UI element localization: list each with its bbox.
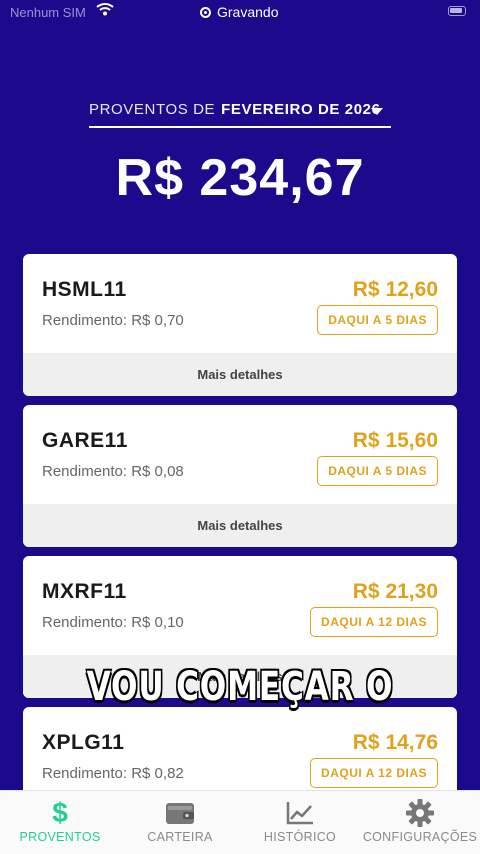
month-prefix: PROVENTOS DE xyxy=(89,101,216,118)
wallet-icon xyxy=(165,799,195,827)
card-yield: Rendimento: R$ 0,70 xyxy=(42,312,184,329)
card-amount: R$ 14,76 xyxy=(352,731,438,754)
dividend-card: HSML11 Rendimento: R$ 0,70 R$ 12,60 DAQU… xyxy=(23,254,457,396)
caret-down-icon xyxy=(371,108,383,115)
dividend-card: GARE11 Rendimento: R$ 0,08 R$ 15,60 DAQU… xyxy=(23,405,457,547)
tab-bar: $ PROVENTOS CARTEIRA HISTÓRICO CONFIGURA… xyxy=(0,790,480,854)
more-details-button[interactable]: Mais detalhes xyxy=(23,353,457,396)
tab-label: CONFIGURAÇÕES xyxy=(362,830,478,844)
tab-configuracoes[interactable]: CONFIGURAÇÕES xyxy=(360,791,480,854)
wifi-icon xyxy=(96,2,114,19)
tab-proventos[interactable]: $ PROVENTOS xyxy=(0,791,120,854)
record-icon xyxy=(200,6,211,18)
chart-line-icon xyxy=(285,799,315,827)
card-due-badge: DAQUI A 5 DIAS xyxy=(317,456,438,486)
card-ticker: MXRF11 xyxy=(42,580,127,603)
video-subtitle: VOU COMEÇAR O xyxy=(86,664,394,710)
card-ticker: GARE11 xyxy=(42,429,128,452)
card-due-badge: DAQUI A 5 DIAS xyxy=(317,305,438,335)
card-due-badge: DAQUI A 12 DIAS xyxy=(310,758,438,788)
recording-label: Gravando xyxy=(217,4,279,20)
card-amount: R$ 12,60 xyxy=(352,278,438,301)
tab-label: CARTEIRA xyxy=(147,830,213,844)
gear-icon xyxy=(405,799,435,827)
status-bar: Nenhum SIM Gravando xyxy=(0,0,480,26)
battery-icon xyxy=(448,6,466,16)
card-amount: R$ 21,30 xyxy=(352,580,438,603)
tab-label: HISTÓRICO xyxy=(263,830,337,844)
tab-carteira[interactable]: CARTEIRA xyxy=(120,791,240,854)
card-yield: Rendimento: R$ 0,08 xyxy=(42,463,184,480)
more-details-button[interactable]: Mais detalhes xyxy=(23,504,457,547)
total-amount: R$ 234,67 xyxy=(115,149,365,207)
card-amount: R$ 15,60 xyxy=(352,429,438,452)
card-ticker: XPLG11 xyxy=(42,731,125,754)
carrier-label: Nenhum SIM xyxy=(10,5,86,20)
card-due-badge: DAQUI A 12 DIAS xyxy=(310,607,438,637)
card-ticker: HSML11 xyxy=(42,278,127,301)
tab-label: PROVENTOS xyxy=(19,830,101,844)
card-yield: Rendimento: R$ 0,10 xyxy=(42,614,184,631)
dollar-icon: $ xyxy=(52,797,68,828)
tab-historico[interactable]: HISTÓRICO xyxy=(240,791,360,854)
month-value: FEVEREIRO DE 2026 xyxy=(221,101,381,118)
month-selector[interactable]: PROVENTOS DE FEVEREIRO DE 2026 xyxy=(89,96,391,128)
card-yield: Rendimento: R$ 0,82 xyxy=(42,765,184,782)
recording-indicator: Gravando xyxy=(200,4,278,20)
